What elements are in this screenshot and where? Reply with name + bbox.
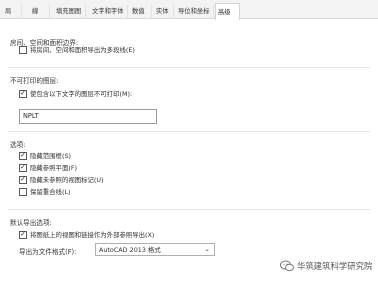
divider bbox=[8, 131, 370, 132]
chevron-down-icon: ⌄ bbox=[204, 245, 210, 253]
hide-unreferenced-tags-checkbox[interactable] bbox=[19, 175, 27, 184]
options-section-title: 选项: bbox=[10, 141, 26, 149]
tab-layer[interactable]: 局 bbox=[3, 5, 22, 19]
divider bbox=[8, 209, 370, 210]
export-rooms-checkbox[interactable] bbox=[19, 45, 27, 54]
export-rooms-option[interactable]: 将房间、空间和面积导出为多段线(E) bbox=[19, 45, 135, 54]
nonplot-section-title: 不可打印的图层: bbox=[10, 77, 59, 85]
hide-unreferenced-tags-option[interactable]: 隐藏未参照的视图标记(U) bbox=[19, 175, 104, 184]
tab-color[interactable]: 数值 bbox=[130, 5, 152, 19]
preserve-coincident-lines-label: 保留重合线(L) bbox=[30, 188, 71, 196]
export-format-label: 导出为文件格式(F): bbox=[19, 248, 77, 256]
tab-bar: 局 線 填充图图 文字和字体 数值 实体 导位和坐标 高级 bbox=[0, 0, 378, 20]
hide-ref-planes-checkbox[interactable] bbox=[19, 163, 27, 172]
export-xref-checkbox[interactable] bbox=[19, 230, 27, 239]
hide-ref-planes-label: 隐藏参照平面(F) bbox=[30, 164, 78, 172]
watermark-text: 华筑建筑科学研究院 bbox=[297, 261, 373, 271]
tab-line[interactable]: 線 bbox=[30, 5, 50, 19]
nonplot-layers-label: 使包含以下文字的图层不可打印(M): bbox=[30, 90, 133, 98]
hide-scope-box-option[interactable]: 隐藏范围框(S) bbox=[19, 151, 71, 160]
export-xref-option[interactable]: 将图纸上的视图和链接作为外部参照导出(X) bbox=[19, 230, 154, 239]
nonplot-text-input[interactable]: NPLT bbox=[19, 109, 157, 124]
export-format-select[interactable]: AutoCAD 2013 格式 ⌄ bbox=[95, 243, 215, 256]
hide-unreferenced-tags-label: 隐藏未参照的视图标记(U) bbox=[30, 176, 104, 184]
export-rooms-label: 将房间、空间和面积导出为多段线(E) bbox=[30, 46, 135, 54]
hide-scope-box-label: 隐藏范围框(S) bbox=[30, 152, 71, 160]
default-export-section-title: 默认导出选项: bbox=[10, 219, 52, 227]
hide-ref-planes-option[interactable]: 隐藏参照平面(F) bbox=[19, 163, 77, 172]
tab-general[interactable]: 高级 bbox=[215, 3, 240, 20]
hide-scope-box-checkbox[interactable] bbox=[19, 151, 27, 160]
export-xref-label: 将图纸上的视图和链接作为外部参照导出(X) bbox=[30, 231, 155, 239]
divider bbox=[8, 67, 370, 68]
tab-solid[interactable]: 实体 bbox=[154, 5, 174, 19]
export-format-value: AutoCAD 2013 格式 bbox=[99, 246, 161, 254]
wechat-icon bbox=[280, 260, 294, 272]
watermark: 华筑建筑科学研究院 bbox=[280, 260, 372, 272]
preserve-coincident-lines-checkbox[interactable] bbox=[19, 187, 27, 196]
tab-fill-pattern[interactable]: 填充图图 bbox=[54, 5, 86, 19]
preserve-coincident-lines-option[interactable]: 保留重合线(L) bbox=[19, 187, 71, 196]
nonplot-layers-checkbox[interactable] bbox=[19, 89, 27, 98]
nonplot-layers-option[interactable]: 使包含以下文字的图层不可打印(M): bbox=[19, 89, 132, 98]
tab-text-font[interactable]: 文字和字体 bbox=[90, 5, 128, 19]
tab-units-coordinates[interactable]: 导位和坐标 bbox=[176, 5, 214, 19]
